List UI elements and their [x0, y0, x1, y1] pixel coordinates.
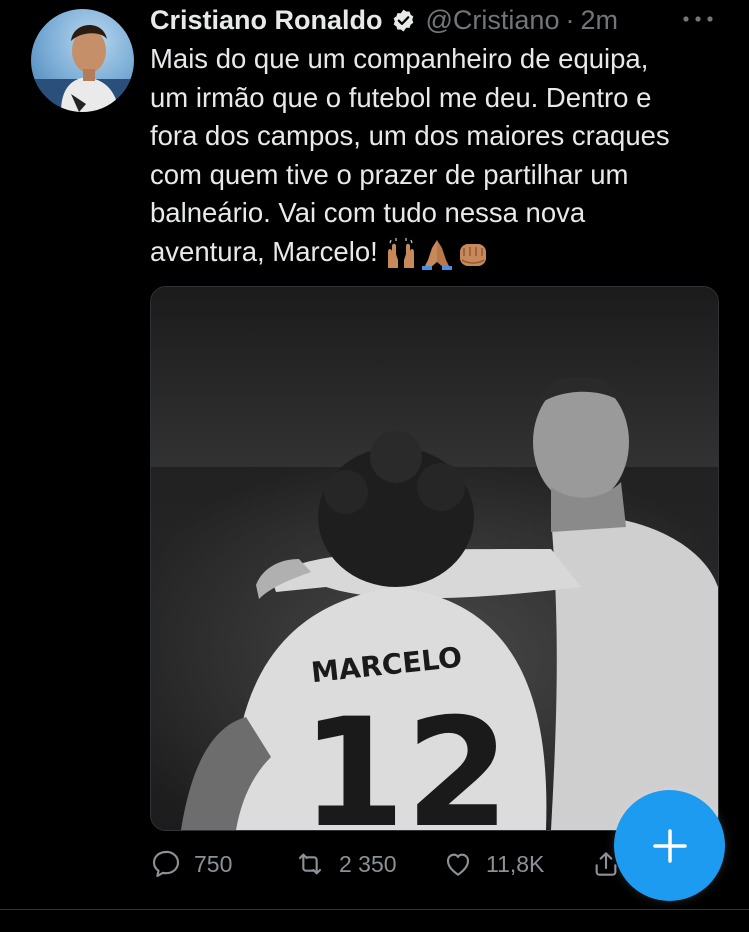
divider: [0, 909, 749, 910]
tweet-body: Mais do que um companheiro de equipa, um…: [150, 43, 670, 267]
avatar[interactable]: [31, 9, 134, 112]
tweet-media-image[interactable]: MARCELO 12: [150, 286, 719, 831]
profile-photo: [31, 24, 134, 112]
tweet-actions: 750 2 350 11,8K: [150, 842, 620, 886]
raising-hands-icon: [387, 237, 414, 268]
tweet-text: Mais do que um companheiro de equipa, um…: [150, 40, 740, 272]
display-name[interactable]: Cristiano Ronaldo: [150, 5, 383, 36]
verified-badge-icon: [391, 8, 416, 33]
emoji-group: [384, 237, 490, 270]
more-options-icon[interactable]: [678, 4, 718, 34]
plus-icon: [652, 828, 687, 863]
jersey-number: 12: [301, 687, 510, 830]
retweet-count: 2 350: [339, 850, 397, 877]
separator-dot: ·: [565, 4, 575, 35]
fist-bump-icon: [459, 243, 486, 266]
reply-button[interactable]: 750: [150, 842, 232, 886]
retweet-icon: [298, 853, 322, 875]
reply-count: 750: [194, 850, 233, 877]
timestamp[interactable]: 2m: [580, 5, 618, 36]
photo-marcelo-ronaldo: MARCELO 12: [151, 287, 718, 830]
like-count: 11,8K: [486, 850, 545, 877]
retweet-button[interactable]: 2 350: [293, 842, 397, 886]
tweet-header: Cristiano Ronaldo @Cristiano · 2m: [150, 2, 618, 38]
folded-hands-icon: [421, 239, 452, 270]
like-button[interactable]: 11,8K: [442, 842, 544, 886]
heart-icon: [446, 853, 470, 876]
handle[interactable]: @Cristiano: [426, 5, 560, 36]
compose-tweet-button[interactable]: [614, 790, 725, 901]
reply-icon: [152, 850, 180, 878]
